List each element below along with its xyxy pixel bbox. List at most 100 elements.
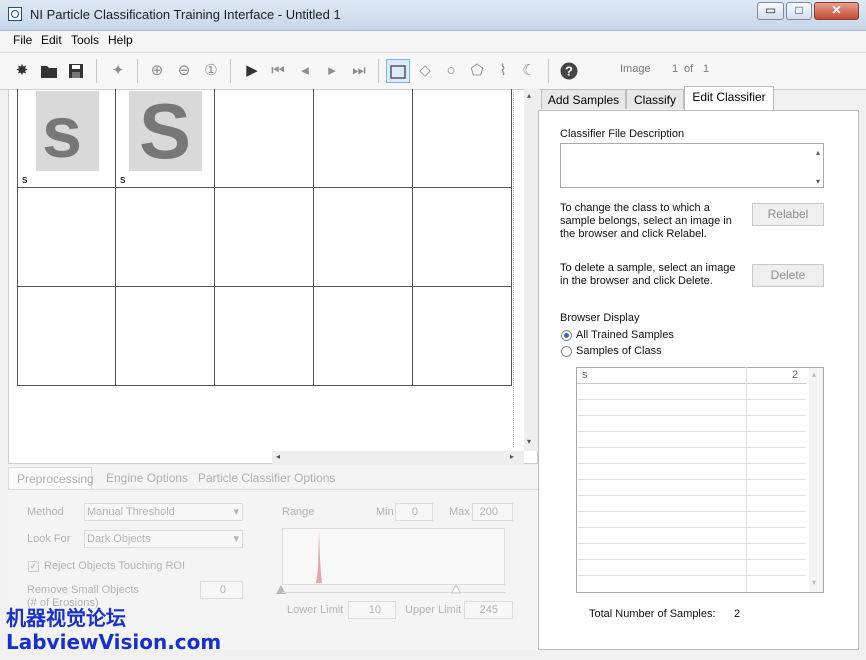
empty-cell[interactable] <box>215 89 314 188</box>
class-count-table[interactable]: s 2 ▴ ▾ <box>576 367 824 593</box>
minimize-button[interactable]: ▭ <box>757 2 784 20</box>
of-label: of <box>684 63 694 75</box>
help-icon[interactable]: ? <box>557 59 581 83</box>
empty-cell[interactable] <box>215 188 314 287</box>
polygon-tool-icon[interactable]: ⬠ <box>465 59 489 83</box>
description-textarea[interactable]: ▴ ▾ <box>560 143 824 188</box>
tab-add-samples[interactable]: Add Samples <box>541 89 626 109</box>
delete-button[interactable]: Delete <box>752 264 824 287</box>
browser-divider <box>513 92 516 447</box>
upper-limit-slider-handle[interactable] <box>450 583 462 595</box>
menu-tools[interactable]: Tools <box>71 33 99 47</box>
menu-file[interactable]: File <box>13 33 32 47</box>
empty-cell[interactable] <box>116 287 215 386</box>
toolbar-separator <box>378 59 379 83</box>
zoom-in-icon[interactable]: ⊕ <box>145 59 169 83</box>
image-label: Image <box>620 63 651 75</box>
zoom-fit-icon[interactable]: ① <box>199 59 223 83</box>
sample-glyph: s <box>42 93 83 171</box>
freehand-region-tool-icon[interactable]: ☾ <box>517 59 541 83</box>
method-select[interactable]: Manual Threshold ▾ <box>84 503 243 521</box>
freehand-line-tool-icon[interactable]: ⌇ <box>491 59 515 83</box>
zoom-out-icon[interactable]: ⊖ <box>172 59 196 83</box>
table-row[interactable] <box>577 544 806 560</box>
upper-limit-input[interactable]: 245 <box>464 601 513 619</box>
tab-engine-options[interactable]: Engine Options <box>106 467 188 489</box>
sample-cell[interactable]: S s <box>116 89 215 188</box>
save-icon[interactable] <box>64 59 88 83</box>
next-image-icon[interactable]: ▸ <box>320 59 344 83</box>
table-row[interactable] <box>577 528 806 544</box>
tab-particle-classifier-options[interactable]: Particle Classifier Options <box>198 467 335 489</box>
table-row[interactable] <box>577 560 806 576</box>
empty-cell[interactable] <box>413 89 512 188</box>
scroll-up-icon[interactable]: ▴ <box>816 148 820 157</box>
scroll-down-icon[interactable]: ▾ <box>812 578 816 587</box>
reject-roi-checkbox[interactable]: ✓ <box>28 561 39 572</box>
empty-cell[interactable] <box>314 188 413 287</box>
new-icon[interactable]: ✸ <box>10 59 34 83</box>
close-button[interactable]: ✕ <box>814 2 859 20</box>
last-image-icon[interactable]: ⏭ <box>347 59 371 83</box>
look-for-select[interactable]: Dark Objects ▾ <box>84 530 243 548</box>
empty-cell[interactable] <box>413 287 512 386</box>
sample-thumbnail[interactable]: S <box>129 91 202 171</box>
radio-all-trained-samples[interactable] <box>561 330 572 341</box>
menu-edit[interactable]: Edit <box>41 33 62 47</box>
previous-image-icon[interactable]: ◂ <box>293 59 317 83</box>
rectangle-tool-icon[interactable] <box>386 59 410 83</box>
scroll-right-icon[interactable]: ▸ <box>510 452 514 461</box>
browser-vertical-scrollbar[interactable]: ▴ ▾ <box>524 89 538 451</box>
table-row[interactable] <box>577 464 806 480</box>
tab-classify[interactable]: Classify <box>626 89 684 109</box>
table-row[interactable] <box>577 416 806 432</box>
tab-preprocessing[interactable]: Preprocessing <box>8 467 94 489</box>
scroll-down-icon[interactable]: ▾ <box>816 177 820 186</box>
rotated-rectangle-tool-icon[interactable]: ◇ <box>413 59 437 83</box>
table-scrollbar[interactable]: ▴ ▾ <box>809 368 823 592</box>
chevron-down-icon: ▾ <box>233 533 239 545</box>
scroll-down-icon[interactable]: ▾ <box>527 437 531 446</box>
empty-cell[interactable] <box>17 287 116 386</box>
first-image-icon[interactable]: ⏮ <box>266 59 290 83</box>
empty-cell[interactable] <box>116 188 215 287</box>
table-row[interactable] <box>577 496 806 512</box>
sample-cell[interactable]: s s <box>17 89 116 188</box>
table-row[interactable] <box>577 432 806 448</box>
table-row[interactable] <box>577 448 806 464</box>
max-input[interactable]: 200 <box>472 503 513 521</box>
min-label: Min <box>376 506 394 518</box>
lower-limit-slider-handle[interactable] <box>276 583 286 594</box>
histogram-graph[interactable] <box>282 528 505 585</box>
radio-samples-of-class[interactable] <box>561 346 572 357</box>
menu-help[interactable]: Help <box>108 33 133 47</box>
empty-cell[interactable] <box>17 188 116 287</box>
table-row[interactable] <box>577 512 806 528</box>
play-icon[interactable]: ▶ <box>240 59 264 83</box>
table-row[interactable] <box>577 480 806 496</box>
add-sample-icon[interactable]: ✦ <box>106 59 130 83</box>
min-input[interactable]: 0 <box>395 503 433 521</box>
open-folder-icon[interactable] <box>37 59 61 83</box>
table-row[interactable] <box>577 400 806 416</box>
empty-cell[interactable] <box>314 89 413 188</box>
tab-edit-classifier[interactable]: Edit Classifier <box>684 86 774 110</box>
oval-tool-icon[interactable]: ○ <box>439 59 463 83</box>
browser-horizontal-scrollbar[interactable]: ◂ ▸ <box>272 451 524 464</box>
empty-cell[interactable] <box>314 287 413 386</box>
table-row[interactable] <box>577 384 806 400</box>
scroll-left-icon[interactable]: ◂ <box>276 452 280 461</box>
empty-cell[interactable] <box>413 188 512 287</box>
empty-cell[interactable] <box>215 287 314 386</box>
maximize-button[interactable]: □ <box>786 2 812 20</box>
description-label: Classifier File Description <box>560 128 685 140</box>
table-row[interactable]: s 2 <box>577 368 806 384</box>
sample-thumbnail[interactable]: s <box>36 91 99 171</box>
scroll-up-icon[interactable]: ▴ <box>812 370 816 379</box>
scroll-up-icon[interactable]: ▴ <box>527 91 531 100</box>
relabel-button[interactable]: Relabel <box>752 203 824 226</box>
class-count-cell: 2 <box>792 369 799 381</box>
lower-limit-input[interactable]: 10 <box>348 601 396 619</box>
erosions-input[interactable]: 0 <box>200 581 243 599</box>
method-label: Method <box>27 506 64 518</box>
